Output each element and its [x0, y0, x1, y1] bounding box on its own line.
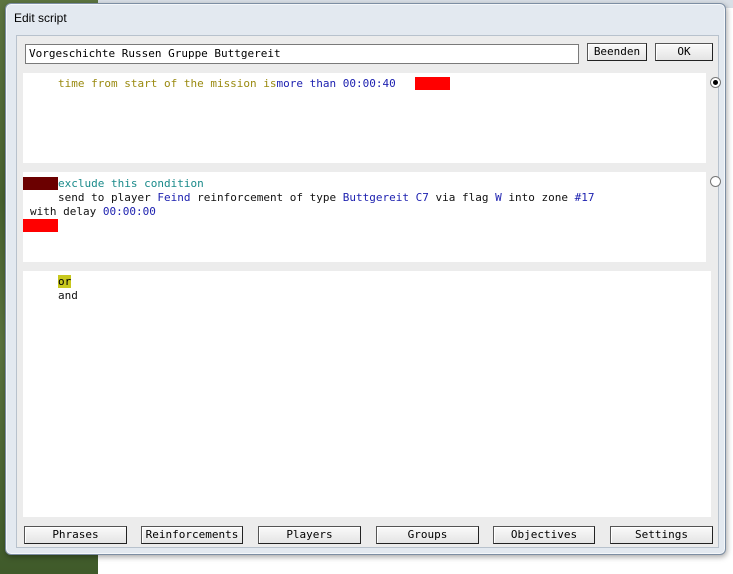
action-line-2[interactable]: with delay 00:00:00	[30, 205, 156, 218]
tab-reinforcements[interactable]: Reinforcements	[141, 526, 243, 544]
delay-text: with delay	[30, 205, 103, 218]
ok-button[interactable]: OK	[655, 43, 713, 61]
logic-option-or[interactable]: or	[58, 275, 72, 288]
condition-operator[interactable]: more than	[277, 77, 337, 90]
action-line-1[interactable]: send to player Feind reinforcement of ty…	[58, 191, 594, 204]
title-bar[interactable]: Edit script	[6, 4, 725, 30]
send-text: send to player	[58, 191, 158, 204]
delay-value[interactable]: 00:00:00	[103, 205, 156, 218]
condition-end-marker[interactable]	[415, 77, 450, 90]
tab-players[interactable]: Players	[258, 526, 361, 544]
tab-phrases[interactable]: Phrases	[24, 526, 127, 544]
into-zone-text: into zone	[501, 191, 575, 204]
reinforcement-text: reinforcement of type	[190, 191, 343, 204]
action-pane[interactable]: exclude this condition send to player Fe…	[23, 172, 706, 262]
zone-value[interactable]: #17	[575, 191, 595, 204]
action-end-marker[interactable]	[23, 219, 58, 232]
condition-line[interactable]: time from start of the mission ismore th…	[58, 77, 396, 90]
tab-groups[interactable]: Groups	[376, 526, 479, 544]
condition-space	[336, 77, 343, 90]
tab-settings[interactable]: Settings	[610, 526, 713, 544]
condition-text: time from start of the mission is	[58, 77, 277, 90]
window-title: Edit script	[14, 11, 67, 25]
logic-option-and[interactable]: and	[58, 289, 78, 302]
edit-script-dialog: Edit script Vorgeschichte Russen Gruppe …	[5, 3, 726, 555]
player-value[interactable]: Feind	[157, 191, 190, 204]
script-name-field[interactable]: Vorgeschichte Russen Gruppe Buttgereit	[25, 44, 579, 64]
condition-radio[interactable]	[710, 77, 721, 88]
dialog-client-area: Vorgeschichte Russen Gruppe Buttgereit B…	[16, 35, 721, 548]
condition-pane[interactable]: time from start of the mission ismore th…	[23, 73, 706, 163]
action-start-marker[interactable]	[23, 177, 58, 190]
logic-pane[interactable]: or and	[23, 271, 711, 517]
end-button[interactable]: Beenden	[587, 43, 647, 61]
tab-objectives[interactable]: Objectives	[493, 526, 595, 544]
unit-value[interactable]: Buttgereit C7	[343, 191, 429, 204]
exclude-condition-label[interactable]: exclude this condition	[58, 177, 204, 190]
or-option[interactable]: or	[58, 275, 72, 288]
flag-value[interactable]: W	[495, 191, 502, 204]
action-radio[interactable]	[710, 176, 721, 187]
condition-time-value[interactable]: 00:00:40	[343, 77, 396, 90]
via-flag-text: via flag	[428, 191, 496, 204]
radio-selected-dot	[713, 80, 718, 85]
